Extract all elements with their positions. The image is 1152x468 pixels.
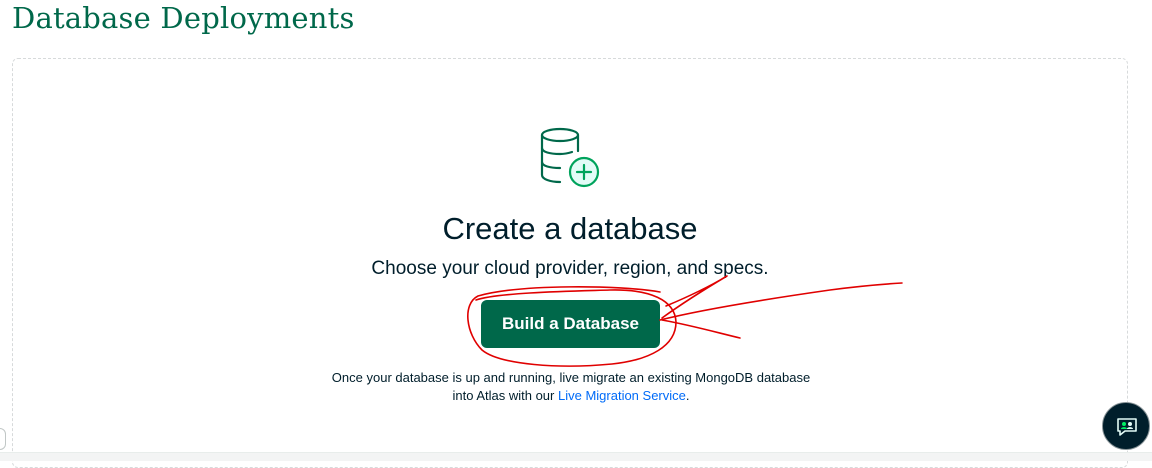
migration-note-line2: into Atlas with our (452, 388, 558, 403)
create-database-heading: Create a database (442, 211, 698, 246)
create-database-subheading: Choose your cloud provider, region, and … (371, 258, 769, 279)
page-title: Database Deployments (12, 1, 355, 35)
scroll-handle[interactable] (0, 428, 6, 450)
live-migration-service-link[interactable]: Live Migration Service (558, 388, 686, 403)
migration-note-line1: Once your database is up and running, li… (331, 370, 811, 385)
build-database-button[interactable]: Build a Database (481, 300, 660, 348)
migration-note-period: . (685, 388, 690, 403)
chat-support-icon (1117, 418, 1137, 436)
migration-note: Once your database is up and running, li… (0, 369, 1142, 405)
chat-support-button[interactable] (1102, 402, 1150, 450)
database-add-icon (540, 127, 600, 188)
